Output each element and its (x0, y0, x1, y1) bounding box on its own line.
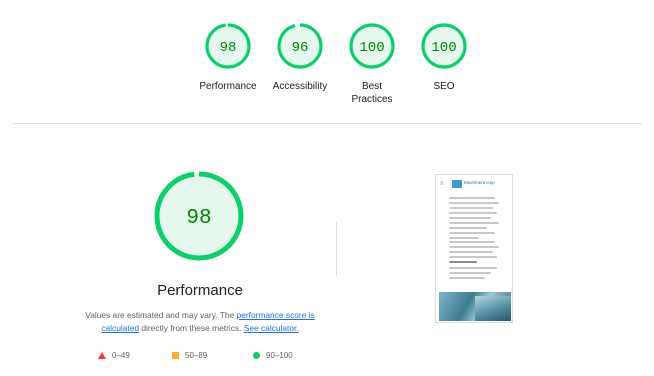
gauge-score: 96 (292, 40, 309, 56)
legend-pass-label: 90–100 (266, 351, 293, 360)
legend-fail-label: 0–49 (112, 351, 130, 360)
performance-score: 98 (186, 207, 211, 230)
legend-fail: 0–49 (98, 351, 130, 360)
thumb-photo (439, 292, 511, 321)
see-calculator-link[interactable]: See calculator. (244, 323, 299, 333)
gauge-accessibility[interactable]: 96 (276, 22, 324, 70)
gauge-performance[interactable]: 98 (204, 22, 252, 70)
site-brand: Movement Icep (464, 180, 495, 185)
site-logo (452, 180, 462, 188)
desc-text-middle: directly from these metrics. (139, 323, 244, 333)
score-gauge-icon: 100 (349, 23, 395, 69)
performance-title: Performance (157, 282, 243, 299)
desc-text-prefix: Values are estimated and may vary. The (85, 310, 237, 320)
gauge-label-performance[interactable]: Performance (192, 80, 264, 93)
gauge-seo[interactable]: 100 (420, 22, 468, 70)
score-gauge-icon: 100 (421, 23, 467, 69)
gauge-score: 100 (359, 40, 384, 56)
circle-icon (253, 352, 260, 359)
thumb-paragraph (449, 197, 501, 242)
gauge-score: 98 (220, 40, 237, 56)
gauge-label-seo[interactable]: SEO (408, 80, 480, 93)
vertical-divider (336, 222, 337, 276)
gauge-score: 100 (431, 40, 456, 56)
square-icon (172, 352, 179, 359)
legend-pass: 90–100 (253, 351, 293, 360)
legend-average: 50–89 (172, 351, 207, 360)
legend-average-label: 50–89 (185, 351, 208, 360)
section-divider (12, 123, 642, 124)
performance-gauge-large: 98 (152, 169, 246, 263)
performance-description: Values are estimated and may vary. The p… (76, 309, 324, 335)
score-gauge-icon: 98 (205, 23, 251, 69)
gauge-best-practices[interactable]: 100 (348, 22, 396, 70)
thumb-paragraph (449, 241, 501, 266)
score-gauge-icon: 98 (154, 171, 244, 261)
gauge-label-accessibility[interactable]: Accessibility (264, 80, 336, 93)
gauge-label-best-practices[interactable]: Best Practices (346, 80, 398, 106)
hamburger-icon: ≡ (440, 181, 444, 187)
triangle-icon (98, 352, 106, 359)
score-gauge-icon: 96 (277, 23, 323, 69)
thumb-paragraph (449, 267, 501, 282)
final-screenshot-thumbnail[interactable]: ≡ Movement Icep (435, 174, 513, 323)
